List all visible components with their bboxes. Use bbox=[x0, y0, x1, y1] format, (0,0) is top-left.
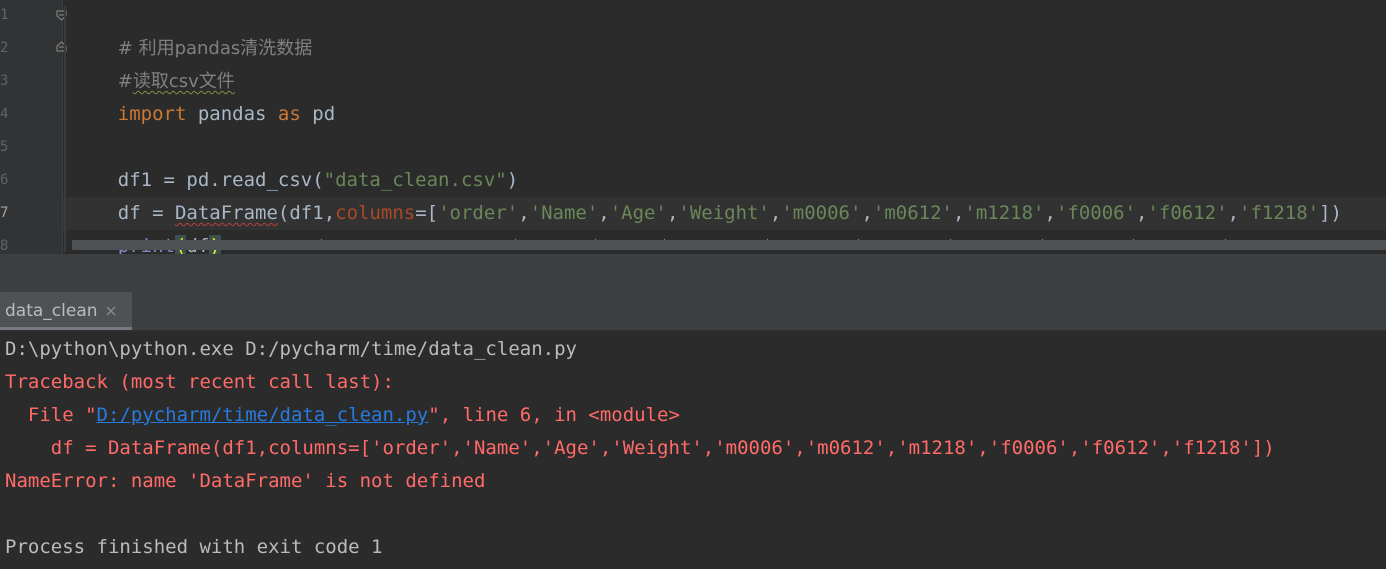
line-number: 5 bbox=[0, 139, 8, 155]
tab-label: data_clean bbox=[5, 301, 98, 321]
code-line-6[interactable]: df = DataFrame(df1,columns=['order','Nam… bbox=[72, 164, 1342, 245]
code-line-1[interactable]: # 利用pandas清洗数据 bbox=[72, 0, 313, 59]
close-icon[interactable] bbox=[105, 305, 117, 317]
console-command: D:\python\python.exe D:/pycharm/time/dat… bbox=[5, 338, 577, 360]
console-code-line: df = DataFrame(df1,columns=['order','Nam… bbox=[5, 437, 1275, 459]
column-string: 'f1218' bbox=[1239, 202, 1320, 224]
panel-splitter[interactable] bbox=[0, 254, 1386, 292]
indent-guide bbox=[64, 6, 66, 252]
column-string: 'Name' bbox=[529, 202, 599, 224]
tab-data-clean[interactable]: data_clean bbox=[0, 292, 132, 330]
column-string: 'f0006' bbox=[1055, 202, 1137, 224]
console-file-line: File "D:/pycharm/time/data_clean.py", li… bbox=[5, 399, 680, 432]
line-number: 1 bbox=[0, 7, 8, 23]
column-string: 'order' bbox=[438, 202, 519, 224]
code-line-3[interactable]: import pandas as pd bbox=[72, 65, 335, 125]
line-number: 8 bbox=[0, 238, 8, 254]
horizontal-scrollbar[interactable] bbox=[72, 240, 1386, 250]
code-editor[interactable]: 1 2 3 4 5 6 7 8 # 利用pandas清洗数据 #读取csv文件 … bbox=[0, 0, 1386, 254]
code-line-7[interactable]: print(df) bbox=[72, 197, 221, 254]
run-console[interactable]: D:\python\python.exe D:/pycharm/time/dat… bbox=[0, 331, 1386, 569]
code-text: (df1 bbox=[277, 202, 324, 224]
line-number-current: 7 bbox=[0, 205, 8, 221]
line-number: 3 bbox=[0, 73, 8, 89]
console-exit-status: Process finished with exit code 1 bbox=[5, 536, 383, 558]
line-number: 6 bbox=[0, 172, 8, 188]
file-link[interactable]: D:/pycharm/time/data_clean.py bbox=[97, 404, 429, 426]
keyword-argument: columns bbox=[335, 202, 416, 224]
code-text: ]) bbox=[1319, 202, 1342, 224]
keyword-as: as bbox=[277, 103, 301, 125]
code-line-5[interactable]: df1 = pd.read_csv("data_clean.csv") bbox=[72, 131, 518, 191]
comma: , bbox=[323, 202, 336, 224]
module-alias: pd bbox=[300, 103, 336, 125]
line-number: 2 bbox=[0, 40, 8, 56]
module-name: pandas bbox=[186, 103, 278, 125]
run-tab-bar: data_clean bbox=[0, 292, 1386, 331]
column-string: 'm1218' bbox=[964, 202, 1045, 224]
console-traceback-header: Traceback (most recent call last): bbox=[5, 371, 394, 393]
line-number: 4 bbox=[0, 106, 8, 122]
console-error-message: NameError: name 'DataFrame' is not defin… bbox=[5, 470, 486, 492]
column-string: 'm0612' bbox=[872, 202, 953, 224]
column-string: 'm0006' bbox=[781, 202, 862, 224]
column-string: 'Age' bbox=[609, 202, 667, 224]
column-string: 'f0612' bbox=[1147, 202, 1228, 224]
column-string: 'Weight' bbox=[678, 202, 770, 224]
file-prefix: File " bbox=[5, 404, 97, 426]
file-suffix: ", line 6, in <module> bbox=[428, 404, 680, 426]
keyword-import: import bbox=[117, 103, 187, 125]
code-line-2[interactable]: #读取csv文件 bbox=[72, 32, 235, 92]
code-text: =[ bbox=[415, 202, 439, 224]
line-number-gutter: 1 2 3 4 5 6 7 8 bbox=[0, 0, 62, 254]
